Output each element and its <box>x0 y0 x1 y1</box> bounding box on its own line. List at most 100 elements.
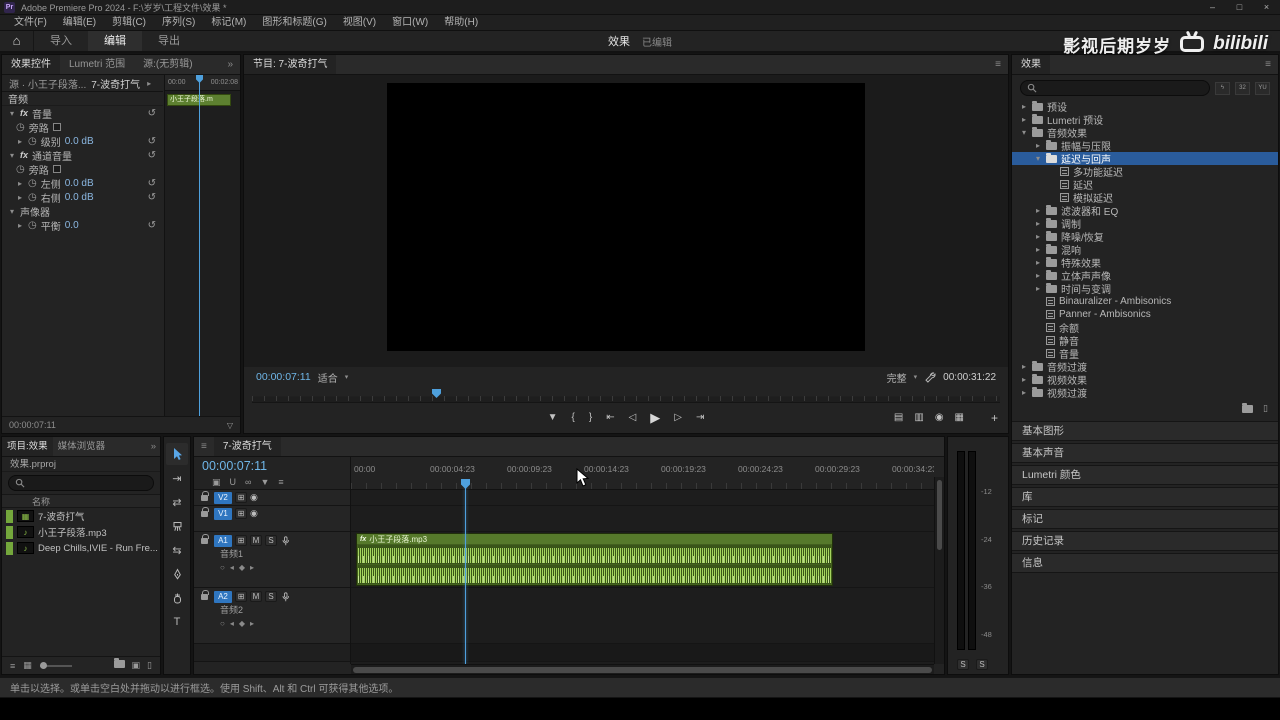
panel-tab-info[interactable]: 信息 <box>1012 553 1278 573</box>
project-item[interactable]: ▦ 7-波奇打气 <box>2 508 160 524</box>
new-item-icon[interactable]: ▣ <box>132 660 141 671</box>
twirl-icon[interactable]: ▸ <box>1034 245 1042 254</box>
stopwatch-icon[interactable]: ◷ <box>28 178 37 189</box>
timeline-ruler[interactable]: 00:00 00:00:04:23 00:00:09:23 00:00:14:2… <box>351 457 934 490</box>
linked-selection-icon[interactable]: ∞ <box>245 477 251 487</box>
reset-icon[interactable]: ↺ <box>148 150 156 161</box>
twirl-icon[interactable]: ▸ <box>16 221 24 230</box>
reset-icon[interactable]: ↺ <box>148 192 156 203</box>
kf-next-icon[interactable]: ▸ <box>250 563 254 572</box>
lane-a2[interactable] <box>351 588 934 644</box>
effect-row-channel-volume[interactable]: ▾ fx 通道音量 ↺ <box>2 148 163 162</box>
zoom-slider[interactable] <box>40 665 72 667</box>
mute-button[interactable]: M <box>250 535 262 546</box>
track-target-badge[interactable]: A1 <box>214 535 232 547</box>
menu-clip[interactable]: 剪辑(C) <box>104 15 154 31</box>
effects-tree-item[interactable]: ▾音频效果 <box>1012 126 1278 139</box>
param-value[interactable]: 0.0 dB <box>65 136 94 147</box>
voice-over-mic-icon[interactable] <box>280 535 291 547</box>
track-target-badge[interactable]: V1 <box>214 508 232 520</box>
track-target-badge[interactable]: V2 <box>214 492 232 504</box>
twirl-icon[interactable]: ▸ <box>1020 102 1028 111</box>
track-select-forward-tool[interactable]: ⇥ <box>166 467 188 489</box>
lock-icon[interactable] <box>201 594 208 600</box>
go-to-out-button[interactable]: ⇥ <box>696 412 704 423</box>
kf-next-icon[interactable]: ▸ <box>250 619 254 628</box>
add-marker-icon[interactable]: ▼ <box>260 477 269 487</box>
menu-sequence[interactable]: 序列(S) <box>154 15 203 31</box>
effects-tree-item[interactable]: 模拟延迟 <box>1012 191 1278 204</box>
param-value[interactable]: 0.0 dB <box>65 192 94 203</box>
panel-menu-icon[interactable]: ≡ <box>1258 55 1278 74</box>
project-file-breadcrumb[interactable]: 效果.prproj <box>2 457 160 472</box>
timeline-horizontal-scrollbar[interactable] <box>351 664 934 674</box>
list-view-icon[interactable]: ≡ <box>10 661 15 671</box>
twirl-icon[interactable]: ▸ <box>16 193 24 202</box>
menu-markers[interactable]: 标记(M) <box>203 15 254 31</box>
effects-tree-item[interactable]: Binauralizer - Ambisonics <box>1012 295 1278 308</box>
project-item[interactable]: ♪ 小王子段落.mp3 <box>2 524 160 540</box>
panel-menu-icon[interactable]: ≡ <box>194 437 214 456</box>
effects-search-input[interactable] <box>1041 83 1203 93</box>
twirl-icon[interactable]: ▸ <box>1034 206 1042 215</box>
zoom-slider-knob[interactable] <box>40 662 47 669</box>
timeline-settings-icon[interactable]: ≡ <box>278 477 283 487</box>
reset-icon[interactable]: ↺ <box>148 108 156 119</box>
new-bin-icon[interactable] <box>114 660 125 668</box>
twirl-icon[interactable]: ▸ <box>1034 232 1042 241</box>
timeline-timecode[interactable]: 00:00:07:11 <box>194 457 350 475</box>
twirl-icon[interactable]: ▸ <box>1034 284 1042 293</box>
twirl-icon[interactable]: ▸ <box>1034 271 1042 280</box>
reset-icon[interactable]: ↺ <box>148 220 156 231</box>
automation-mode-icon[interactable]: ○ <box>220 619 225 628</box>
project-search-box[interactable] <box>8 475 154 491</box>
effect-keyframe-timeline[interactable]: 00:00 00:02:08 小王子段落.m <box>164 75 240 416</box>
menu-help[interactable]: 帮助(H) <box>436 15 486 31</box>
twirl-icon[interactable]: ▸ <box>145 79 153 88</box>
twirl-icon[interactable]: ▸ <box>1020 362 1028 371</box>
workspace-tab-export[interactable]: 导出 <box>142 31 196 51</box>
twirl-icon[interactable]: ▸ <box>1034 258 1042 267</box>
effects-tree-item[interactable]: ▸视频过渡 <box>1012 386 1278 399</box>
program-scrubber[interactable] <box>252 388 1000 403</box>
solo-right-button[interactable]: S <box>976 659 988 670</box>
program-timecode[interactable]: 00:00:07:11 <box>256 371 311 383</box>
kf-add-icon[interactable]: ◆ <box>239 619 245 628</box>
tab-effects[interactable]: 效果 <box>1012 55 1050 74</box>
effects-tree-item[interactable]: ▸时间与变调 <box>1012 282 1278 295</box>
go-to-in-button[interactable]: ⇤ <box>606 412 614 423</box>
selection-tool[interactable] <box>166 443 188 465</box>
stopwatch-icon[interactable]: ◷ <box>28 136 37 147</box>
panel-tab-essential-graphics[interactable]: 基本图形 <box>1012 421 1278 441</box>
workspace-tab-import[interactable]: 导入 <box>34 31 88 51</box>
nest-toggle-icon[interactable]: ▣ <box>212 477 221 488</box>
panel-menu-icon[interactable]: ≡ <box>988 55 1008 74</box>
accelerated-effects-badge-icon[interactable]: ϟ <box>1215 82 1230 95</box>
automation-mode-icon[interactable]: ○ <box>220 563 225 572</box>
menu-window[interactable]: 窗口(W) <box>384 15 436 31</box>
sync-lock-icon[interactable]: ⊞ <box>235 508 247 519</box>
twirl-icon[interactable]: ▾ <box>1020 128 1028 137</box>
mark-out-button[interactable]: } <box>589 412 592 423</box>
effects-tree-item[interactable]: 延迟 <box>1012 178 1278 191</box>
effects-tree-item[interactable]: ▸振幅与压限 <box>1012 139 1278 152</box>
tab-program-monitor[interactable]: 节目: 7-波奇打气 <box>244 55 336 74</box>
effects-tree-item[interactable]: Panner - Ambisonics <box>1012 308 1278 321</box>
bypass-checkbox[interactable] <box>53 165 61 173</box>
solo-button[interactable]: S <box>265 591 277 602</box>
mini-playhead[interactable] <box>199 75 200 416</box>
track-output-eye-icon[interactable]: ◉ <box>250 492 258 503</box>
effects-tree-item[interactable]: ▸混响 <box>1012 243 1278 256</box>
close-button[interactable]: × <box>1253 0 1280 14</box>
stopwatch-icon[interactable]: ◷ <box>28 192 37 203</box>
tab-project[interactable]: 项目:效果 <box>2 437 53 456</box>
menu-graphics[interactable]: 图形和标题(G) <box>254 15 334 31</box>
lane-a1[interactable]: fx 小王子段落.mp3 <box>351 532 934 588</box>
kf-add-icon[interactable]: ◆ <box>239 563 245 572</box>
zoom-level-dropdown[interactable]: 适合 <box>318 370 338 385</box>
32bit-effects-badge-icon[interactable]: 32 <box>1235 82 1250 95</box>
twirl-icon[interactable]: ▸ <box>16 137 24 146</box>
twirl-icon[interactable]: ▸ <box>1034 141 1042 150</box>
twirl-icon[interactable]: ▸ <box>1020 115 1028 124</box>
panel-tab-history[interactable]: 历史记录 <box>1012 531 1278 551</box>
